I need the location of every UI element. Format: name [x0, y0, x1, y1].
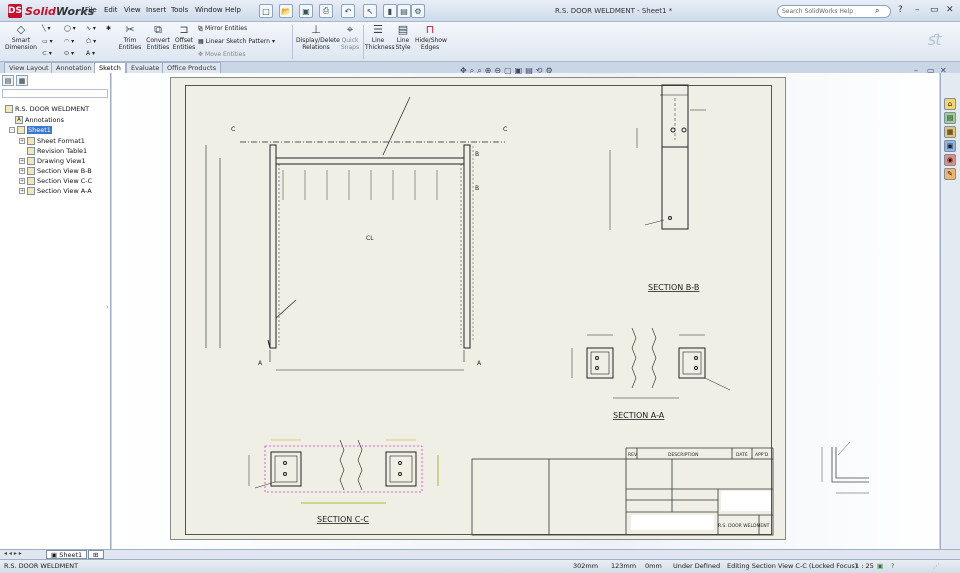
view-palette-icon[interactable]: ▣: [944, 140, 956, 152]
title-block-description-header: DESCRIPTION: [668, 452, 698, 458]
title-block-rev-header: REV: [628, 452, 638, 458]
section-c-left-label: C: [231, 126, 235, 133]
front-view: [205, 96, 505, 371]
section-aa-view: [571, 327, 731, 399]
right-post: [463, 144, 471, 349]
section-b-bottom-label: B: [475, 185, 479, 192]
help-status-icon[interactable]: ?: [891, 562, 894, 570]
section-cc-title: SECTION C-C: [317, 515, 369, 524]
status-x: 302mm: [573, 562, 599, 570]
section-c-right-label: C: [503, 126, 507, 133]
drawing-canvas: C C B B A A CL SECTION B-B SECTION A-A S…: [205, 84, 869, 536]
design-library-icon[interactable]: ▤: [944, 112, 956, 124]
title-block-company-area: [631, 515, 714, 530]
home-icon[interactable]: ⌂: [944, 98, 956, 110]
status-editing[interactable]: Editing Section View C-C (Locked Focus): [727, 562, 857, 570]
leader-line: [382, 96, 411, 156]
title-block-drawing-title: R.S. DOOR WELDMENT: [718, 523, 770, 529]
section-cc-view: [248, 439, 417, 491]
sheet-tab-strip: [0, 549, 960, 559]
section-cc-dims: [301, 455, 439, 504]
title-block-logo-area: [721, 491, 771, 511]
status-definition: Under Defined: [673, 562, 721, 570]
status-scale[interactable]: 1 : 25: [855, 562, 874, 570]
section-b-top-label: B: [475, 151, 479, 158]
front-view-ticks: [282, 170, 438, 200]
status-y: 123mm: [611, 562, 637, 570]
center-mark: CL: [366, 235, 374, 242]
sheet-tab-label: Sheet1: [59, 551, 83, 559]
add-sheet-icon[interactable]: ⊞: [88, 550, 104, 559]
section-bb-title: SECTION B-B: [648, 283, 699, 292]
file-explorer-icon[interactable]: ▦: [944, 126, 956, 138]
appearances-icon[interactable]: ◉: [944, 154, 956, 166]
bracket-sketch: [821, 441, 869, 494]
title-block-date-header: DATE: [736, 452, 748, 458]
title-block-approved-header: APP'D: [755, 452, 769, 458]
custom-properties-icon[interactable]: ✎: [944, 168, 956, 180]
status-bar: R.S. DOOR WELDMENT 302mm 123mm 0mm Under…: [0, 559, 960, 573]
rebuild-status-icon[interactable]: ▣: [877, 562, 883, 570]
section-bb-view: [609, 84, 706, 230]
left-post: [269, 144, 277, 349]
resize-grip-icon[interactable]: ⋰: [933, 562, 940, 570]
sheet-icon: ▣: [51, 551, 60, 559]
sheet-tab[interactable]: ▣ Sheet1: [46, 550, 88, 559]
status-document: R.S. DOOR WELDMENT: [4, 562, 79, 570]
section-a-right-label: A: [477, 360, 482, 367]
section-a-left-label: A: [258, 360, 263, 367]
sheet-nav-icons[interactable]: ◂ ◂ ▸ ▸: [4, 550, 22, 557]
status-z: 0mm: [645, 562, 662, 570]
section-aa-title: SECTION A-A: [613, 411, 665, 420]
